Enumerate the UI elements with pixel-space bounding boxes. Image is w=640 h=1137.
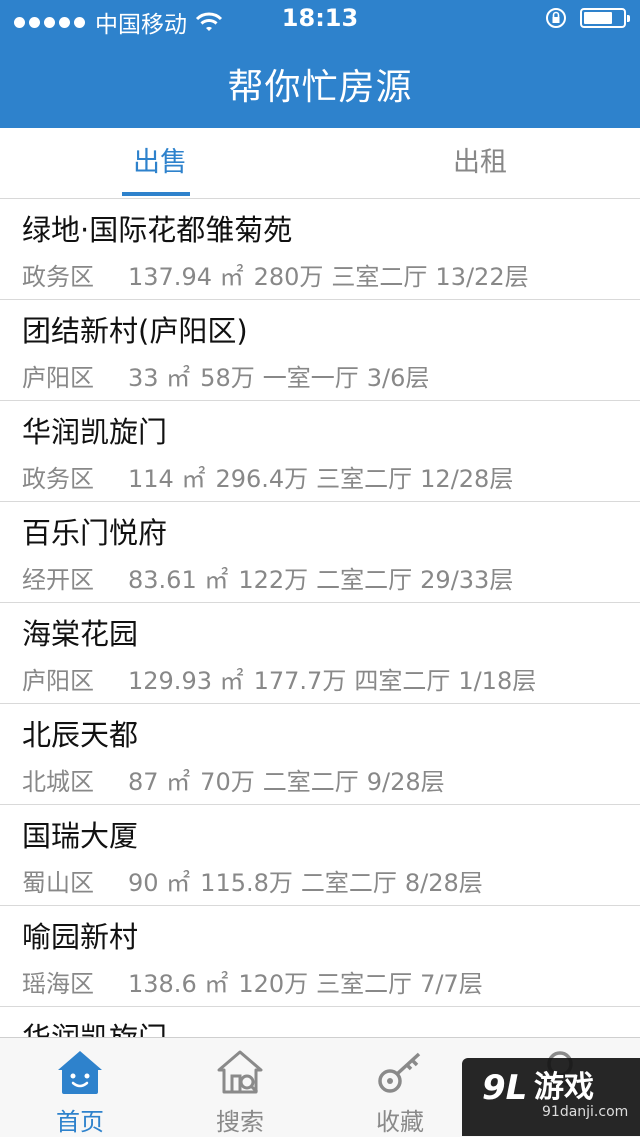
listing-layout: 二室二厅 [316, 566, 413, 594]
listing-district: 庐阳区 [22, 364, 94, 392]
listing-item[interactable]: 国瑞大厦蜀山区 90 ㎡ 115.8万 二室二厅 8/28层 [0, 805, 640, 906]
listing-details: 庐阳区 33 ㎡ 58万 一室一厅 3/6层 [22, 358, 429, 393]
active-tab-indicator [122, 192, 190, 196]
listing-name: 国瑞大厦 [22, 819, 139, 853]
listing-name: 北辰天都 [22, 718, 139, 752]
tabbar-favorites[interactable]: 收藏 [320, 1038, 480, 1137]
listing-floor: 9/28层 [366, 768, 445, 796]
listing-district: 庐阳区 [22, 667, 94, 695]
listing-layout: 二室二厅 [300, 869, 397, 897]
listing-district: 蜀山区 [22, 869, 94, 897]
rotation-lock-icon [546, 8, 566, 28]
key-icon [378, 1052, 421, 1093]
listing-item[interactable]: 团结新村(庐阳区) 庐阳区 33 ㎡ 58万 一室一厅 3/6层 [0, 300, 640, 401]
status-bar: 中国移动 18:13 [0, 0, 640, 40]
listing-district: 瑶海区 [22, 970, 94, 998]
listing-price: 122万 [238, 566, 309, 594]
listing-floor: 13/22层 [435, 263, 529, 291]
home-icon [58, 1051, 102, 1094]
listing-item[interactable]: 绿地·国际花都雏菊苑政务区 137.94 ㎡ 280万 三室二厅 13/22层 [0, 199, 640, 300]
tabbar-home-label: 首页 [56, 1108, 104, 1136]
segment-tabs: 出售 出租 [0, 128, 640, 199]
listing-item[interactable]: 华润凯旋门政务区 114 ㎡ 296.4万 三室二厅 12/28层 [0, 401, 640, 502]
listing-area: 33 ㎡ [128, 364, 191, 392]
tabbar-favorites-label: 收藏 [376, 1108, 424, 1136]
listing-district: 北城区 [22, 768, 94, 796]
tab-for-sale[interactable]: 出售 [0, 128, 320, 198]
listing-details: 北城区 87 ㎡ 70万 二室二厅 9/28层 [22, 762, 445, 797]
listing-floor: 12/28层 [420, 465, 514, 493]
listing-list[interactable]: 绿地·国际花都雏菊苑 政务区 137.94 ㎡ 280万 三室二厅 13/22层 团结新村(… [0, 199, 640, 1037]
listing-name: 海棠花园 [22, 617, 139, 651]
listing-item[interactable]: 北辰天都北城区 87 ㎡ 70万 二室二厅 9/28层 [0, 704, 640, 805]
listing-name: 绿地·国际花都雏菊苑 [22, 213, 293, 247]
listing-details: 经开区 83.61 ㎡ 122万 二室二厅 29/33层 [22, 560, 513, 595]
battery-icon [580, 8, 630, 28]
listing-layout: 三室二厅 [316, 970, 413, 998]
listing-area: 90 ㎡ [128, 869, 191, 897]
listing-layout: 四室二厅 [354, 667, 451, 695]
listing-area: 138.6 ㎡ [128, 970, 229, 998]
watermark: 9L 游戏 91danji.com [462, 1058, 640, 1136]
tabbar-search[interactable]: 搜索 [160, 1038, 320, 1137]
listing-price: 58万 [200, 364, 255, 392]
listing-district: 经开区 [22, 566, 94, 594]
listing-details: 瑶海区 138.6 ㎡ 120万 三室二厅 7/7层 [22, 964, 483, 999]
listing-name: 华润凯旋门 [22, 415, 168, 449]
listing-price: 120万 [238, 970, 309, 998]
tab-for-rent[interactable]: 出租 [320, 128, 640, 198]
listing-item[interactable]: 华润凯旋门 [0, 1007, 640, 1037]
listing-price: 115.8万 [200, 869, 293, 897]
listing-floor: 29/33层 [420, 566, 514, 594]
listing-details: 庐阳区 129.93 ㎡ 177.7万 四室二厅 1/18层 [22, 661, 536, 696]
listing-layout: 三室二厅 [331, 263, 428, 291]
listing-price: 296.4万 [215, 465, 309, 493]
listing-floor: 7/7层 [420, 970, 483, 998]
listing-price: 177.7万 [253, 667, 347, 695]
listing-details: 政务区 114 ㎡ 296.4万 三室二厅 12/28层 [22, 459, 513, 494]
house-search-icon [217, 1050, 263, 1094]
watermark-logo: 9L [482, 1068, 528, 1108]
listing-item[interactable]: 百乐门悦府经开区 83.61 ㎡ 122万 二室二厅 29/33层 [0, 502, 640, 603]
listing-district: 政务区 [22, 465, 94, 493]
watermark-brand: 游戏 [534, 1070, 594, 1105]
listing-price: 280万 [253, 263, 324, 291]
listing-details: 蜀山区 90 ㎡ 115.8万 二室二厅 8/28层 [22, 863, 483, 898]
listing-area: 83.61 ㎡ [128, 566, 229, 594]
listing-item[interactable]: 海棠花园庐阳区 129.93 ㎡ 177.7万 四室二厅 1/18层 [0, 603, 640, 704]
listing-price: 70万 [200, 768, 255, 796]
listing-floor: 3/6层 [366, 364, 430, 392]
listing-layout: 一室一厅 [262, 364, 359, 392]
listing-floor: 8/28层 [404, 869, 483, 897]
listing-area: 129.93 ㎡ [128, 667, 244, 695]
listing-details: 政务区 137.94 ㎡ 280万 三室二厅 13/22层 [22, 257, 529, 292]
watermark-site: 91danji.com [542, 1104, 629, 1120]
listing-layout: 三室二厅 [316, 465, 413, 493]
listing-name: 喻园新村 [22, 920, 139, 954]
listing-area: 87 ㎡ [128, 768, 191, 796]
listing-floor: 1/18层 [458, 667, 537, 695]
listing-layout: 二室二厅 [262, 768, 359, 796]
page-title: 帮你忙房源 [227, 67, 413, 108]
status-right [544, 6, 630, 30]
listing-name: 团结新村(庐阳区) [22, 314, 248, 348]
tabbar-search-label: 搜索 [216, 1108, 264, 1136]
listing-name: 华润凯旋门 [22, 1015, 167, 1037]
listing-district: 政务区 [22, 263, 94, 291]
tabbar-home[interactable]: 首页 [0, 1038, 160, 1137]
app-header: 中国移动 18:13 帮你忙房源 [0, 0, 640, 128]
listing-name: 百乐门悦府 [22, 516, 168, 550]
listing-area: 137.94 ㎡ [128, 263, 244, 291]
listing-area: 114 ㎡ [128, 465, 206, 493]
listing-item[interactable]: 喻园新村瑶海区 138.6 ㎡ 120万 三室二厅 7/7层 [0, 906, 640, 1007]
